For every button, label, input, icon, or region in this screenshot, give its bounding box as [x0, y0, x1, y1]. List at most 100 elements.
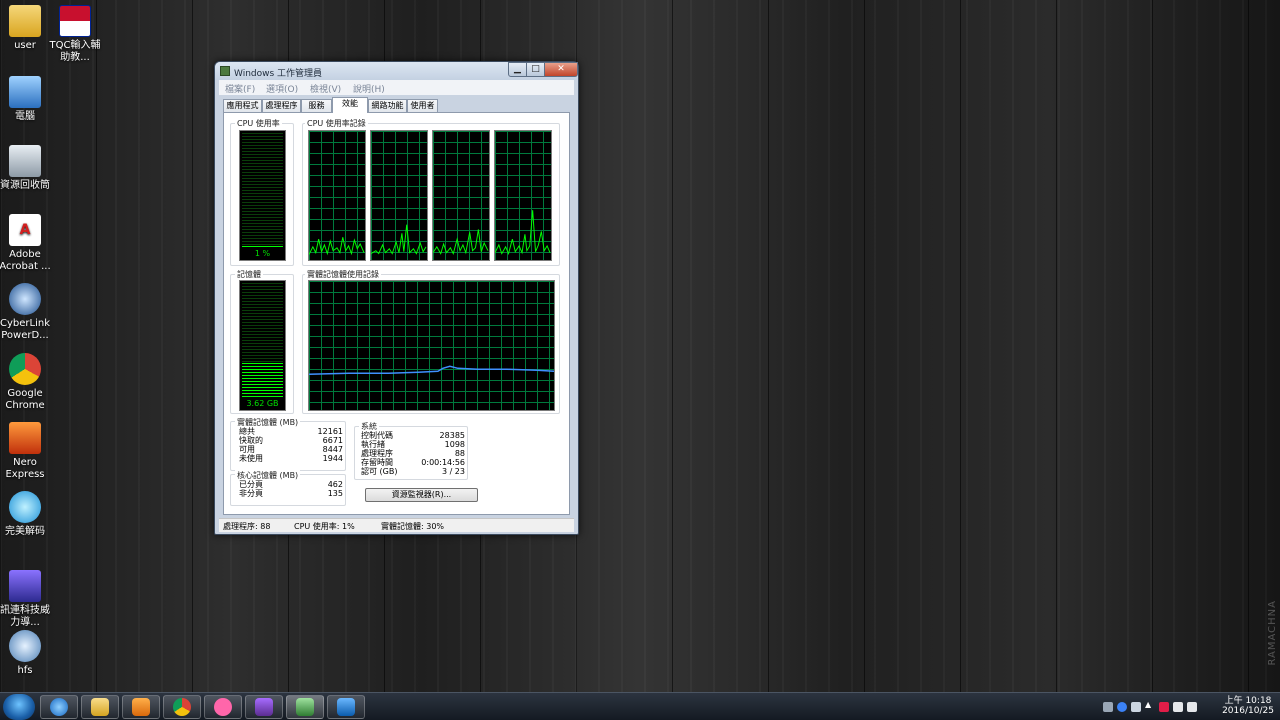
stat-value: 3 / 23 — [441, 467, 465, 476]
desktop-icon-tqc[interactable]: TQC輸入輔助教... — [48, 5, 102, 64]
close-button[interactable]: ✕ — [544, 62, 578, 77]
cpu-core-graph-3 — [432, 130, 490, 261]
memory-usage-value: 3.62 GB — [246, 399, 279, 408]
desktop-icon-recycle-bin[interactable]: 資源回收筒 — [0, 145, 52, 192]
memory-meter-fill — [242, 363, 283, 398]
stat-key: 總共 — [239, 427, 255, 436]
stat-row: 非分頁 135 — [239, 489, 343, 498]
media-player-icon — [9, 491, 41, 523]
start-button[interactable] — [3, 694, 35, 720]
desktop-icon-acrobat[interactable]: A Adobe Acrobat ... — [0, 214, 52, 273]
taskbar-visual-studio[interactable] — [245, 695, 283, 719]
video-editor-icon — [9, 570, 41, 602]
memory-history-label: 實體記憶體使用記錄 — [305, 269, 381, 280]
cpu-core-graph-4 — [494, 130, 552, 261]
stat-value: 88 — [454, 449, 465, 458]
desktop-icon-potplayer[interactable]: 完美解码 — [0, 491, 52, 538]
volume-icon[interactable] — [1187, 702, 1197, 712]
minimize-button[interactable]: ▁ — [508, 62, 527, 77]
clock-time: 上午 10:18 — [1224, 696, 1272, 706]
flag-icon[interactable] — [1159, 702, 1169, 712]
system-table: 控制代碼 28385 執行緒 1098 處理程序 88 存留時間 0:00:14:56 … — [361, 431, 465, 476]
desktop-icon-cyberlink-director[interactable]: 訊連科技威力導... — [0, 570, 52, 629]
pen-icon[interactable] — [1131, 702, 1141, 712]
desktop-icon-label: 電腦 — [15, 111, 35, 122]
stat-key: 存留時間 — [361, 458, 393, 467]
taskbar-media-player[interactable] — [122, 695, 160, 719]
cpu-meter-fill — [242, 246, 283, 248]
menu-file[interactable]: 檔案(F) — [225, 82, 255, 95]
system-tray: ▲ 上午 10:18 2016/10/25 — [1101, 693, 1276, 720]
tab-applications[interactable]: 應用程式 — [223, 99, 262, 113]
stat-key: 可用 — [239, 445, 255, 454]
stat-row: 可用 8447 — [239, 445, 343, 454]
cpu-core-graph-1 — [308, 130, 366, 261]
stat-value: 1944 — [322, 454, 343, 463]
cpu-core-line-4 — [495, 210, 551, 256]
menu-bar: 檔案(F) 選項(O) 檢視(V) 說明(H) — [219, 80, 574, 95]
desktop-icon-nero[interactable]: Nero Express — [0, 422, 52, 481]
resource-monitor-button[interactable]: 資源監視器(R)... — [365, 488, 478, 502]
stat-key: 非分頁 — [239, 489, 263, 498]
help-icon[interactable] — [1117, 702, 1127, 712]
stat-value: 0:00:14:56 — [421, 458, 465, 467]
desktop-icon-user[interactable]: user — [0, 5, 52, 52]
menu-view[interactable]: 檢視(V) — [310, 82, 341, 95]
taskbar-task-manager[interactable] — [286, 695, 324, 719]
taskbar-osu[interactable] — [204, 695, 242, 719]
taskbar-internet-explorer[interactable] — [40, 695, 78, 719]
menu-help[interactable]: 說明(H) — [353, 82, 385, 95]
clock[interactable]: 上午 10:18 2016/10/25 — [1222, 696, 1274, 716]
kernel-memory-table: 已分頁 462 非分頁 135 — [239, 480, 343, 498]
network-icon[interactable] — [1173, 702, 1183, 712]
task-manager-icon — [220, 66, 230, 76]
desktop-icon-hfs[interactable]: hfs — [0, 630, 52, 677]
clock-date: 2016/10/25 — [1222, 706, 1274, 716]
desktop-icon-label: user — [14, 40, 36, 51]
tab-services[interactable]: 服務 — [301, 99, 332, 113]
status-cpu: CPU 使用率: 1% — [294, 522, 355, 531]
status-memory: 實體記憶體: 30% — [381, 522, 445, 531]
tab-users[interactable]: 使用者 — [407, 99, 438, 113]
stat-value: 28385 — [439, 431, 465, 440]
tab-networking[interactable]: 網路功能 — [368, 99, 407, 113]
memory-history-graph — [308, 280, 555, 411]
taskbar-file-explorer[interactable] — [81, 695, 119, 719]
menu-options[interactable]: 選項(O) — [266, 82, 298, 95]
osu-icon — [214, 698, 232, 716]
tab-processes[interactable]: 處理程序 — [262, 99, 301, 113]
stat-row: 快取的 6671 — [239, 436, 343, 445]
maximize-button[interactable]: □ — [526, 62, 545, 77]
teamviewer-icon — [337, 698, 355, 716]
desktop-icon-label: Google Chrome — [5, 388, 45, 411]
chrome-icon — [9, 353, 41, 385]
task-manager-icon — [296, 698, 314, 716]
cpu-core-line-2 — [371, 224, 427, 255]
media-player-icon — [132, 698, 150, 716]
desktop-icon-label: Nero Express — [5, 457, 45, 480]
recycle-bin-icon — [9, 145, 41, 177]
stat-key: 快取的 — [239, 436, 263, 445]
show-hidden-icons-icon[interactable]: ▲ — [1145, 700, 1155, 710]
physical-memory-table: 總共 12161 快取的 6671 可用 8447 未使用 1944 — [239, 427, 343, 463]
desktop-icon-computer[interactable]: 電腦 — [0, 76, 52, 123]
tqc-app-icon — [59, 5, 91, 37]
desktop-icon-label: Adobe Acrobat ... — [0, 249, 51, 272]
stat-row: 存留時間 0:00:14:56 — [361, 458, 465, 467]
desktop-icon-label: hfs — [17, 665, 33, 676]
taskbar-teamviewer[interactable] — [327, 695, 365, 719]
cpu-core-line-3 — [433, 229, 489, 255]
desktop-icon-label: CyberLink PowerD... — [0, 318, 50, 341]
wallpaper-watermark: RAMACHNA — [1267, 600, 1278, 666]
nero-icon — [9, 422, 41, 454]
visual-studio-icon — [255, 698, 273, 716]
taskbar-chrome[interactable] — [163, 695, 201, 719]
desktop-icon-chrome[interactable]: Google Chrome — [0, 353, 52, 412]
printer-icon[interactable] — [1103, 702, 1113, 712]
desktop-icon-label: 完美解码 — [5, 526, 45, 537]
computer-icon — [9, 76, 41, 108]
stat-key: 控制代碼 — [361, 431, 393, 440]
tab-performance[interactable]: 效能 — [332, 97, 368, 113]
desktop-icon-cyberlink[interactable]: CyberLink PowerD... — [0, 283, 52, 342]
cpu-usage-label: CPU 使用率 — [235, 118, 282, 129]
